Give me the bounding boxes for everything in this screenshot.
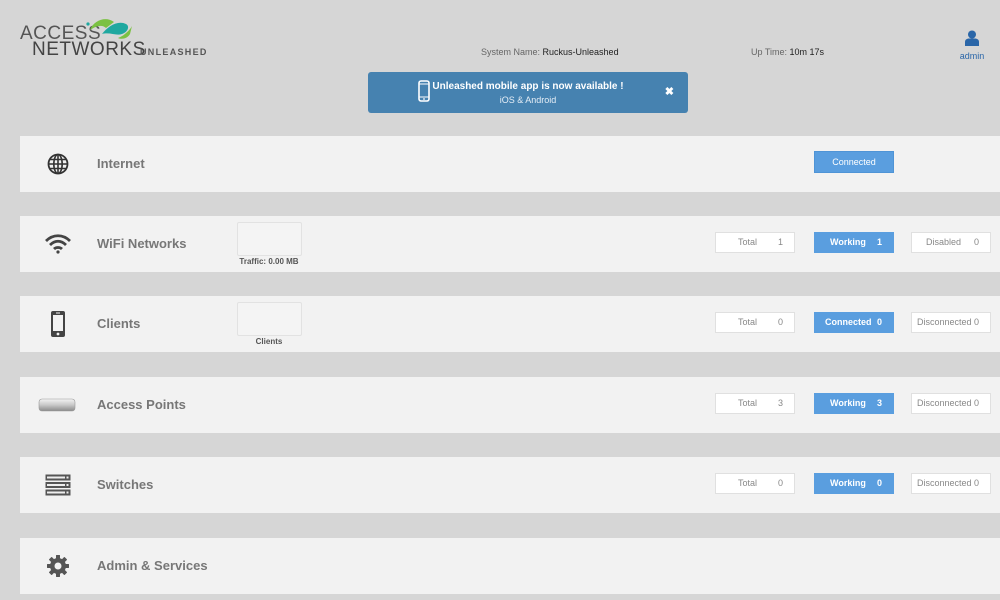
stat-value: 0: [973, 237, 979, 247]
access-points-title[interactable]: Access Points: [97, 397, 186, 412]
stat-value: 0: [876, 478, 882, 488]
clients-connected-stat[interactable]: Connected 0: [814, 312, 894, 333]
switches-working-stat[interactable]: Working 0: [814, 473, 894, 494]
user-menu[interactable]: admin: [954, 30, 990, 61]
switches-title[interactable]: Switches: [97, 477, 153, 492]
wifi-disabled-stat[interactable]: Disabled 0: [911, 232, 991, 253]
switches-row[interactable]: Switches Total 0 Working 0 Disconnected …: [20, 457, 1000, 513]
stat-label: Disconnected: [917, 398, 972, 408]
stat-value: 0: [777, 478, 783, 488]
admin-services-row[interactable]: Admin & Services: [20, 538, 1000, 594]
stat-label: Disabled: [926, 237, 962, 247]
stat-label: Disconnected: [917, 478, 972, 488]
clients-title[interactable]: Clients: [97, 316, 140, 331]
ap-total-stat[interactable]: Total 3: [715, 393, 795, 414]
access-point-icon: [38, 393, 76, 417]
stat-label: Working: [830, 478, 866, 488]
wifi-networks-title[interactable]: WiFi Networks: [97, 236, 186, 251]
access-networks-logo: ACCESS NETWORKS UNLEASHED: [20, 14, 206, 64]
globe-icon: [44, 152, 72, 176]
stat-value: 0: [973, 398, 979, 408]
system-name-label: System Name:: [481, 47, 541, 57]
stat-value: 3: [777, 398, 783, 408]
clients-total-stat[interactable]: Total 0: [715, 312, 795, 333]
banner-title: Unleashed mobile app is now available !: [432, 81, 624, 92]
clients-label: Clients: [255, 337, 283, 346]
wifi-icon: [44, 232, 72, 256]
banner-subtitle: iOS & Android: [499, 95, 557, 105]
user-icon: [965, 30, 979, 46]
clients-disconnected-stat[interactable]: Disconnected 0: [911, 312, 991, 333]
internet-status-badge: Connected: [814, 151, 894, 173]
switches-total-stat[interactable]: Total 0: [715, 473, 795, 494]
uptime-label: Up Time:: [751, 47, 788, 57]
ap-disconnected-stat[interactable]: Disconnected 0: [911, 393, 991, 414]
stat-value: 3: [876, 398, 882, 408]
stat-label: Total: [738, 317, 758, 327]
wifi-working-stat[interactable]: Working 1: [814, 232, 894, 253]
stat-value: 0: [973, 478, 979, 488]
traffic-sparkline: [237, 222, 302, 256]
server-rack-icon: [44, 473, 72, 497]
stat-value: 1: [876, 237, 882, 247]
logo-text-networks: NETWORKS: [32, 39, 146, 60]
uptime: Up Time: 10m 17s: [751, 47, 824, 57]
stat-label: Working: [830, 398, 866, 408]
access-points-row[interactable]: Access Points Total 3 Working 3 Disconne…: [20, 377, 1000, 433]
stat-label: Working: [830, 237, 866, 247]
stat-label: Total: [738, 237, 758, 247]
wifi-networks-row[interactable]: WiFi Networks Traffic: 0.00 MB Total 1 W…: [20, 216, 1000, 272]
close-icon[interactable]: ✖: [665, 85, 674, 98]
admin-services-title[interactable]: Admin & Services: [97, 558, 208, 573]
switches-disconnected-stat[interactable]: Disconnected 0: [911, 473, 991, 494]
logo-product-name: UNLEASHED: [140, 47, 208, 57]
traffic-label: Traffic: 0.00 MB: [239, 257, 299, 266]
stat-value: 0: [777, 317, 783, 327]
system-name-value: Ruckus-Unleashed: [542, 47, 619, 57]
system-name: System Name: Ruckus-Unleashed: [481, 47, 619, 57]
stat-label: Total: [738, 478, 758, 488]
stat-value: 1: [777, 237, 783, 247]
ap-working-stat[interactable]: Working 3: [814, 393, 894, 414]
stat-label: Connected: [825, 317, 872, 327]
uptime-value: 10m 17s: [789, 47, 825, 57]
smartphone-icon: [44, 311, 72, 337]
wifi-total-stat[interactable]: Total 1: [715, 232, 795, 253]
mobile-app-banner: Unleashed mobile app is now available ! …: [368, 72, 688, 113]
stat-value: 0: [973, 317, 979, 327]
gear-icon: [44, 554, 72, 578]
stat-value: 0: [876, 317, 882, 327]
user-name[interactable]: admin: [954, 51, 990, 61]
clients-sparkline: [237, 302, 302, 336]
logo-mark-icon: [86, 19, 132, 39]
internet-row[interactable]: Internet Connected: [20, 136, 1000, 192]
stat-label: Total: [738, 398, 758, 408]
internet-title[interactable]: Internet: [97, 156, 145, 171]
stat-label: Disconnected: [917, 317, 972, 327]
clients-row[interactable]: Clients Clients Total 0 Connected 0 Disc…: [20, 296, 1000, 352]
